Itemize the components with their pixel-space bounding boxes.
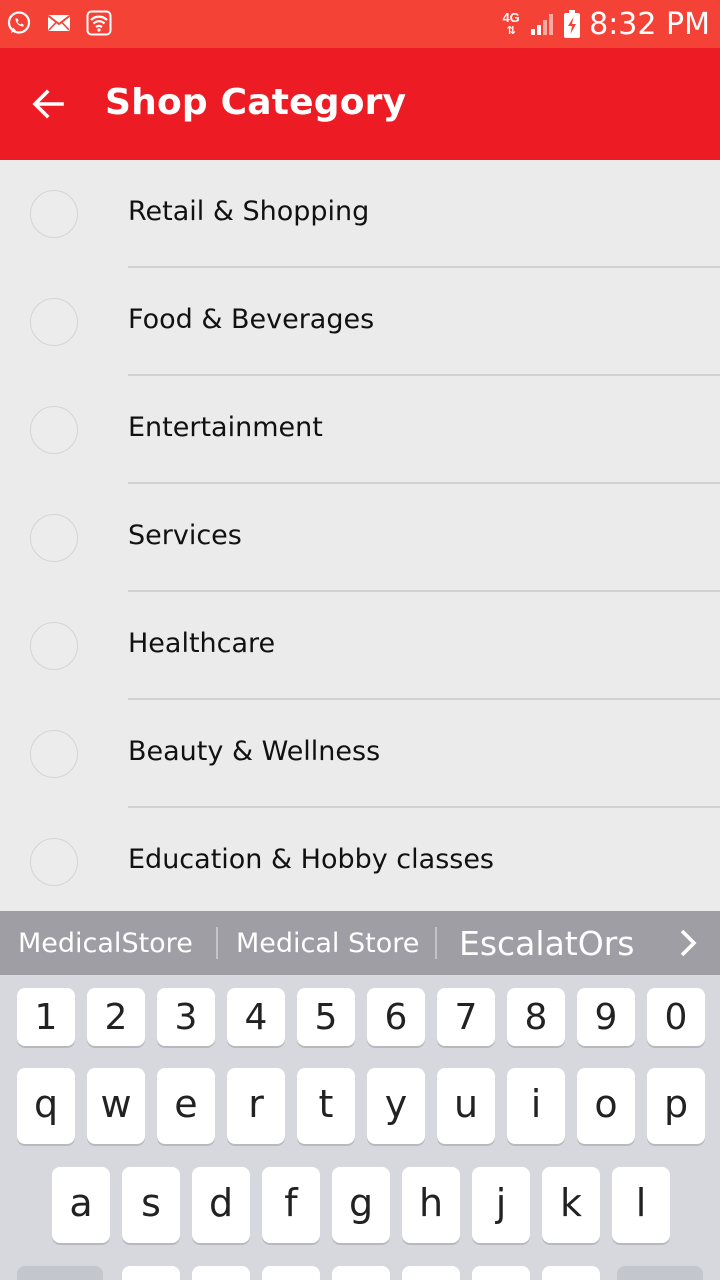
key-4[interactable]: 4 — [227, 988, 285, 1046]
key-l[interactable]: l — [612, 1167, 670, 1243]
key-0[interactable]: 0 — [647, 988, 705, 1046]
key-f[interactable]: f — [262, 1167, 320, 1243]
category-label: Retail & Shopping — [128, 196, 370, 227]
key-o[interactable]: o — [577, 1068, 635, 1144]
key-j[interactable]: j — [472, 1167, 530, 1243]
key-i[interactable]: i — [507, 1068, 565, 1144]
key-m[interactable] — [542, 1266, 600, 1280]
more-suggestions-button[interactable] — [668, 923, 708, 963]
category-label: Beauty & Wellness — [128, 736, 381, 767]
category-row-entertainment[interactable]: Entertainment — [0, 376, 720, 484]
whatsapp-icon — [7, 11, 31, 34]
network-type-label: 4G ⇅ — [502, 9, 520, 37]
key-b[interactable] — [402, 1266, 460, 1280]
key-6[interactable]: 6 — [367, 988, 425, 1046]
key-z[interactable] — [122, 1266, 180, 1280]
category-row-services[interactable]: Services — [0, 484, 720, 592]
key-q[interactable]: q — [17, 1068, 75, 1144]
category-label: Education & Hobby classes — [128, 844, 495, 875]
category-row-beauty[interactable]: Beauty & Wellness — [0, 700, 720, 808]
key-a[interactable]: a — [52, 1167, 110, 1243]
category-row-healthcare[interactable]: Healthcare — [0, 592, 720, 700]
key-9[interactable]: 9 — [577, 988, 635, 1046]
key-7[interactable]: 7 — [437, 988, 495, 1046]
chevron-right-icon — [680, 929, 697, 957]
category-label: Entertainment — [128, 412, 323, 443]
key-u[interactable]: u — [437, 1068, 495, 1144]
suggestion-3[interactable]: EscalatOrs — [459, 911, 634, 975]
suggestion-1[interactable]: MedicalStore — [18, 911, 193, 975]
status-bar: 4G ⇅ 8:32 PM — [0, 0, 720, 48]
key-2[interactable]: 2 — [87, 988, 145, 1046]
radio-button[interactable] — [30, 298, 78, 346]
page-title: Shop Category — [105, 82, 407, 123]
key-8[interactable]: 8 — [507, 988, 565, 1046]
system-indicators: 4G ⇅ 8:32 PM — [501, 6, 710, 42]
radio-button[interactable] — [30, 622, 78, 670]
key-h[interactable]: h — [402, 1167, 460, 1243]
key-e[interactable]: e — [157, 1068, 215, 1144]
key-t[interactable]: t — [297, 1068, 355, 1144]
keyboard: 1 2 3 4 5 6 7 8 9 0 q w e r t y u i o p … — [0, 975, 720, 1280]
notification-icons — [6, 10, 112, 36]
suggestion-divider — [435, 927, 437, 959]
key-n[interactable] — [472, 1266, 530, 1280]
category-list: Retail & Shopping Food & Beverages Enter… — [0, 160, 720, 912]
signal-icon — [531, 14, 554, 35]
radio-button[interactable] — [30, 514, 78, 562]
key-r[interactable]: r — [227, 1068, 285, 1144]
radio-button[interactable] — [30, 730, 78, 778]
key-5[interactable]: 5 — [297, 988, 355, 1046]
key-y[interactable]: y — [367, 1068, 425, 1144]
mail-icon — [47, 15, 71, 31]
category-row-retail[interactable]: Retail & Shopping — [0, 160, 720, 268]
app-bar: Shop Category — [0, 48, 720, 160]
category-row-food[interactable]: Food & Beverages — [0, 268, 720, 376]
back-button[interactable] — [20, 78, 76, 130]
key-c[interactable] — [262, 1266, 320, 1280]
category-row-education[interactable]: Education & Hobby classes — [0, 808, 720, 912]
suggestion-2[interactable]: Medical Store — [236, 911, 419, 975]
category-label: Food & Beverages — [128, 304, 375, 335]
key-p[interactable]: p — [647, 1068, 705, 1144]
category-label: Healthcare — [128, 628, 276, 659]
key-s[interactable]: s — [122, 1167, 180, 1243]
radio-button[interactable] — [30, 406, 78, 454]
suggestion-divider — [216, 927, 218, 959]
arrow-left-icon — [32, 89, 64, 119]
key-w[interactable]: w — [87, 1068, 145, 1144]
battery-charging-icon — [564, 10, 581, 38]
category-label: Services — [128, 520, 242, 551]
radio-button[interactable] — [30, 838, 78, 886]
backspace-key[interactable] — [617, 1266, 703, 1280]
shift-key[interactable] — [17, 1266, 103, 1280]
wifi-icon — [86, 10, 112, 36]
key-g[interactable]: g — [332, 1167, 390, 1243]
key-3[interactable]: 3 — [157, 988, 215, 1046]
clock: 8:32 PM — [589, 6, 710, 42]
key-d[interactable]: d — [192, 1167, 250, 1243]
key-x[interactable] — [192, 1266, 250, 1280]
key-1[interactable]: 1 — [17, 988, 75, 1046]
radio-button[interactable] — [30, 190, 78, 238]
key-v[interactable] — [332, 1266, 390, 1280]
suggestion-strip: MedicalStore Medical Store EscalatOrs — [0, 911, 720, 975]
key-k[interactable]: k — [542, 1167, 600, 1243]
